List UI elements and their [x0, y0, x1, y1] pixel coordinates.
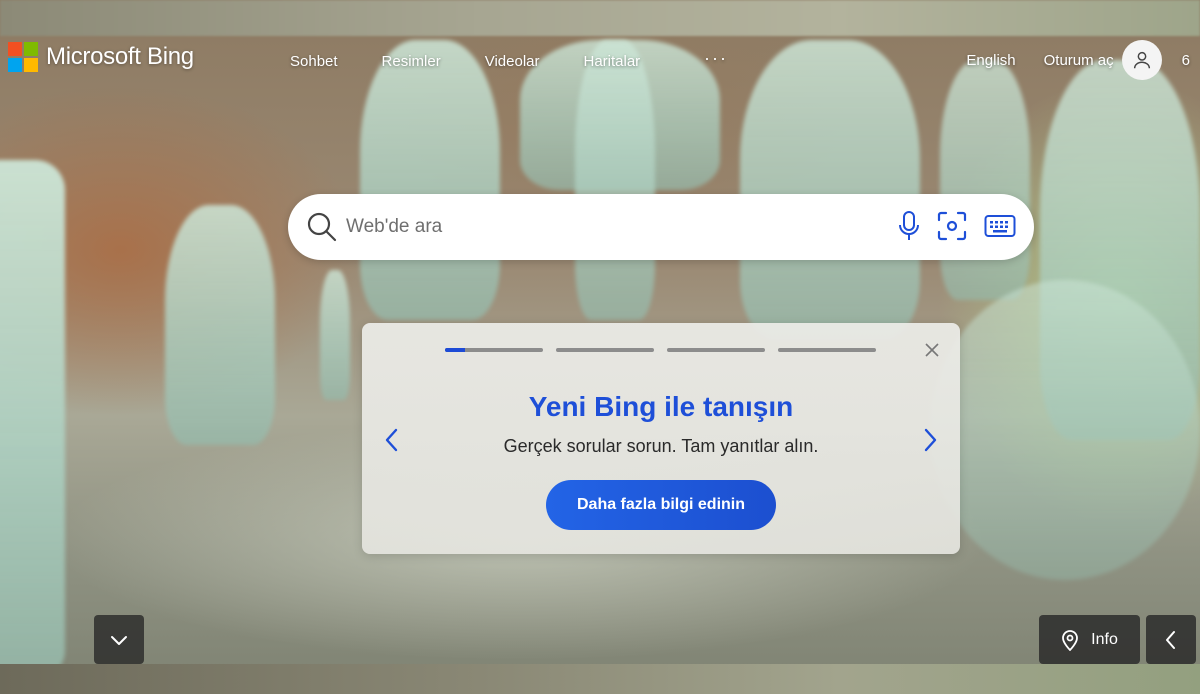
chevron-down-icon — [111, 635, 127, 645]
nav-item-sohbet[interactable]: Sohbet — [290, 53, 338, 70]
avatar[interactable] — [1121, 40, 1162, 80]
promo-title: Yeni Bing ile tanışın — [528, 391, 794, 422]
carousel-indicator[interactable] — [556, 348, 654, 352]
logo-text: Microsoft Bing — [46, 43, 194, 70]
info-label: Info — [1091, 630, 1118, 648]
nav-item-videolar[interactable]: Videolar — [485, 53, 540, 70]
expand-panel-button[interactable] — [1146, 615, 1196, 664]
user-icon — [1133, 51, 1150, 69]
more-menu-button[interactable]: ··· — [704, 48, 728, 69]
location-pin-icon — [1062, 629, 1079, 651]
nav-item-haritalar[interactable]: Haritalar — [584, 53, 641, 70]
scroll-down-button[interactable] — [94, 615, 144, 664]
search-tools — [898, 210, 1016, 242]
keyboard-icon[interactable] — [984, 214, 1016, 238]
language-link[interactable]: English — [966, 52, 1015, 69]
carousel-indicator[interactable] — [445, 348, 543, 352]
image-info-button[interactable]: Info — [1039, 615, 1140, 664]
search-box — [288, 194, 1034, 260]
nav-item-resimler[interactable]: Resimler — [382, 53, 441, 70]
close-icon[interactable] — [924, 342, 940, 358]
top-bar: Microsoft Bing Sohbet Resimler Videolar … — [0, 36, 1200, 84]
learn-more-button[interactable]: Daha fazla bilgi edinin — [546, 480, 776, 530]
search-icon — [307, 212, 337, 242]
microsoft-logo-icon — [8, 42, 38, 72]
search-input[interactable] — [346, 208, 866, 246]
carousel-indicator[interactable] — [778, 348, 876, 352]
promo-subtitle: Gerçek sorular sorun. Tam yanıtlar alın. — [503, 436, 819, 456]
main-nav: Sohbet Resimler Videolar Haritalar — [290, 53, 640, 70]
carousel-progress — [445, 348, 876, 352]
signin-link[interactable]: Oturum aç — [1044, 52, 1114, 69]
header-right: English Oturum aç 6 — [966, 40, 1200, 80]
carousel-indicator[interactable] — [667, 348, 765, 352]
visual-search-icon[interactable] — [936, 210, 968, 242]
microphone-icon[interactable] — [898, 210, 920, 242]
promo-card: Yeni Bing ile tanışın Gerçek sorular sor… — [362, 323, 960, 554]
chevron-left-icon — [1166, 630, 1175, 649]
bing-logo[interactable]: Microsoft Bing — [8, 42, 194, 72]
rewards-points[interactable]: 6 — [1182, 52, 1190, 69]
